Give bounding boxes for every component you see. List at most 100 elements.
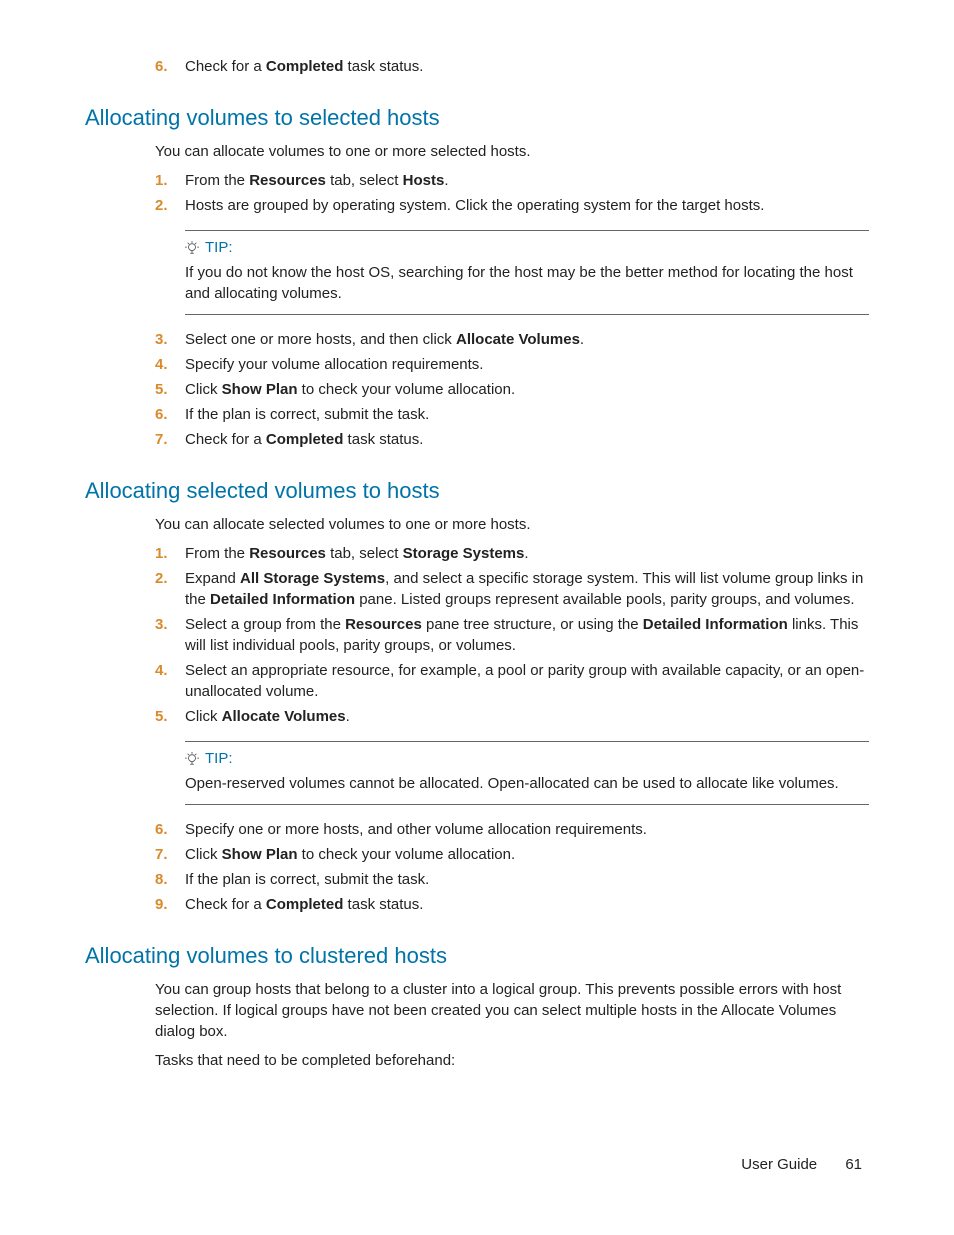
text: Expand [185, 570, 240, 587]
step-number: 3. [155, 614, 168, 635]
step-number: 4. [155, 354, 168, 375]
text: task status. [343, 431, 423, 448]
text: Click [185, 708, 222, 725]
text: . [444, 172, 448, 189]
text: tab, select [326, 172, 403, 189]
text: Select one or more hosts, and then click [185, 331, 456, 348]
tip-box: TIP: If you do not know the host OS, sea… [185, 230, 869, 315]
paragraph: You can group hosts that belong to a clu… [155, 979, 869, 1042]
text-bold: Detailed Information [643, 616, 788, 633]
text-bold: All Storage Systems [240, 570, 385, 587]
tip-body: If you do not know the host OS, searchin… [185, 262, 869, 304]
tip-box: TIP: Open-reserved volumes cannot be all… [185, 741, 869, 805]
step-number: 9. [155, 894, 168, 915]
list-item: 4. Select an appropriate resource, for e… [155, 660, 869, 702]
section-heading-allocating-selected-hosts: Allocating volumes to selected hosts [85, 105, 869, 131]
sec1-steps-b: 3. Select one or more hosts, and then cl… [155, 329, 869, 450]
lead-text: You can allocate selected volumes to one… [155, 514, 869, 535]
tip-label: TIP: [205, 239, 233, 256]
sec1-steps-a: 1. From the Resources tab, select Hosts.… [155, 170, 869, 216]
list-item: 3. Select a group from the Resources pan… [155, 614, 869, 656]
footer-label: User Guide [741, 1156, 817, 1173]
text: task status. [343, 58, 423, 75]
list-item: 5. Click Show Plan to check your volume … [155, 379, 869, 400]
list-item: 7. Click Show Plan to check your volume … [155, 844, 869, 865]
text: to check your volume allocation. [298, 381, 516, 398]
tip-label: TIP: [205, 750, 233, 767]
text: task status. [343, 896, 423, 913]
text: tab, select [326, 545, 403, 562]
lead-text: You can allocate volumes to one or more … [155, 141, 869, 162]
step-number: 7. [155, 429, 168, 450]
list-item: 2. Expand All Storage Systems, and selec… [155, 568, 869, 610]
list-item: 6. Specify one or more hosts, and other … [155, 819, 869, 840]
step-number: 5. [155, 379, 168, 400]
text-bold: Hosts [403, 172, 445, 189]
text: Check for a [185, 58, 266, 75]
text-bold: Storage Systems [403, 545, 525, 562]
text: Check for a [185, 896, 266, 913]
text-bold: Resources [249, 172, 326, 189]
list-item: 3. Select one or more hosts, and then cl… [155, 329, 869, 350]
list-item: 9. Check for a Completed task status. [155, 894, 869, 915]
list-item: 4. Specify your volume allocation requir… [155, 354, 869, 375]
text: Click [185, 846, 222, 863]
section-heading-allocating-selected-volumes: Allocating selected volumes to hosts [85, 478, 869, 504]
section-heading-clustered-hosts: Allocating volumes to clustered hosts [85, 943, 869, 969]
page-footer: User Guide 61 [741, 1156, 862, 1173]
list-item: 7. Check for a Completed task status. [155, 429, 869, 450]
text: Check for a [185, 431, 266, 448]
text-bold: Show Plan [222, 846, 298, 863]
page-number: 61 [845, 1156, 862, 1173]
text: Click [185, 381, 222, 398]
step-number: 2. [155, 195, 168, 216]
lightbulb-icon [185, 241, 199, 255]
sec2-steps-b: 6. Specify one or more hosts, and other … [155, 819, 869, 915]
text: From the [185, 172, 249, 189]
text: Select an appropriate resource, for exam… [185, 662, 864, 700]
step-number: 1. [155, 170, 168, 191]
list-item: 6. Check for a Completed task status. [155, 56, 869, 77]
list-item: 8. If the plan is correct, submit the ta… [155, 869, 869, 890]
text: . [580, 331, 584, 348]
text: . [346, 708, 350, 725]
paragraph: Tasks that need to be completed beforeha… [155, 1050, 869, 1071]
text-bold: Allocate Volumes [456, 331, 580, 348]
text: Select a group from the [185, 616, 345, 633]
list-item: 6. If the plan is correct, submit the ta… [155, 404, 869, 425]
text: If the plan is correct, submit the task. [185, 406, 429, 423]
text: Specify your volume allocation requireme… [185, 356, 483, 373]
text: Hosts are grouped by operating system. C… [185, 197, 764, 214]
text-bold: Show Plan [222, 381, 298, 398]
step-number: 8. [155, 869, 168, 890]
text: Specify one or more hosts, and other vol… [185, 821, 647, 838]
text-bold: Allocate Volumes [222, 708, 346, 725]
text-bold: Completed [266, 58, 344, 75]
text-bold: Resources [345, 616, 422, 633]
text: . [524, 545, 528, 562]
step-number: 6. [155, 819, 168, 840]
step-number: 3. [155, 329, 168, 350]
text: to check your volume allocation. [298, 846, 516, 863]
step-number: 2. [155, 568, 168, 589]
lightbulb-icon [185, 752, 199, 766]
text: From the [185, 545, 249, 562]
text: pane. Listed groups represent available … [355, 591, 854, 608]
sec2-steps-a: 1. From the Resources tab, select Storag… [155, 543, 869, 727]
text-bold: Completed [266, 896, 344, 913]
list-item: 5. Click Allocate Volumes. [155, 706, 869, 727]
text: If the plan is correct, submit the task. [185, 871, 429, 888]
step-number: 6. [155, 404, 168, 425]
text-bold: Resources [249, 545, 326, 562]
step-number: 6. [155, 56, 168, 77]
step-number: 4. [155, 660, 168, 681]
list-item: 1. From the Resources tab, select Storag… [155, 543, 869, 564]
intro-step-list: 6. Check for a Completed task status. [155, 56, 869, 77]
step-number: 1. [155, 543, 168, 564]
tip-body: Open-reserved volumes cannot be allocate… [185, 773, 869, 794]
list-item: 1. From the Resources tab, select Hosts. [155, 170, 869, 191]
text: pane tree structure, or using the [422, 616, 643, 633]
step-number: 5. [155, 706, 168, 727]
text-bold: Completed [266, 431, 344, 448]
list-item: 2. Hosts are grouped by operating system… [155, 195, 869, 216]
